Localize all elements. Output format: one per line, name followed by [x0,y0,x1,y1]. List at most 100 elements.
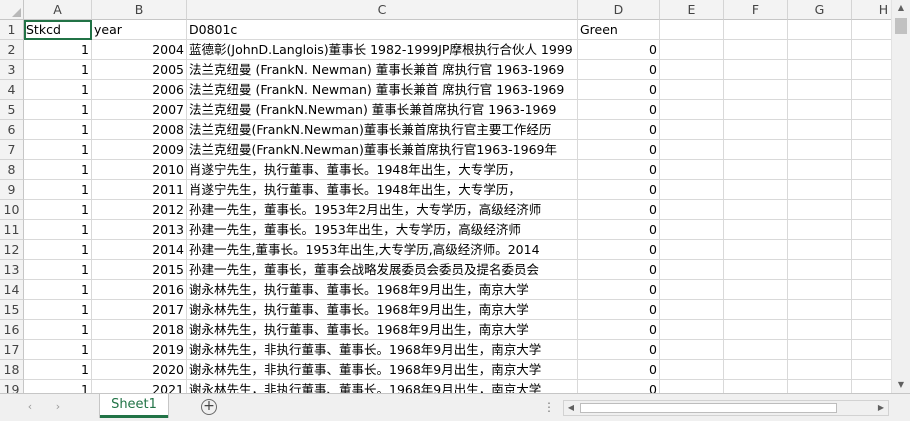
cell-f-10[interactable] [724,200,788,220]
row-header[interactable]: 12 [0,240,24,260]
cell-f-3[interactable] [724,60,788,80]
cell-h-15[interactable] [852,300,891,320]
cell-d-19[interactable]: 0 [578,380,660,393]
cell-d-12[interactable]: 0 [578,240,660,260]
cell-f-4[interactable] [724,80,788,100]
row-header[interactable]: 9 [0,180,24,200]
cell-d-15[interactable]: 0 [578,300,660,320]
cell-h-6[interactable] [852,120,891,140]
cell-h-11[interactable] [852,220,891,240]
cell-e-4[interactable] [660,80,724,100]
cell-g-5[interactable] [788,100,852,120]
row-header[interactable]: 13 [0,260,24,280]
cell-h-14[interactable] [852,280,891,300]
scroll-down-arrow-icon[interactable]: ▼ [892,377,910,393]
cell-d-5[interactable]: 0 [578,100,660,120]
cell-c-3[interactable]: 法兰克纽曼 (FrankN. Newman) 董事长兼首 席执行官 1963-1… [187,60,578,80]
cell-d-14[interactable]: 0 [578,280,660,300]
cell-e-13[interactable] [660,260,724,280]
row-header[interactable]: 14 [0,280,24,300]
column-header-e[interactable]: E [660,0,724,20]
row-header[interactable]: 19 [0,380,24,393]
cell-b-8[interactable]: 2010 [92,160,187,180]
cell-b-5[interactable]: 2007 [92,100,187,120]
cell-g-17[interactable] [788,340,852,360]
row-header[interactable]: 5 [0,100,24,120]
cell-b-10[interactable]: 2012 [92,200,187,220]
row-header[interactable]: 15 [0,300,24,320]
cell-c-13[interactable]: 孙建一先生，董事长，董事会战略发展委员会委员及提名委员会 [187,260,578,280]
cell-c-8[interactable]: 肖遂宁先生，执行董事、董事长。1948年出生，大专学历， [187,160,578,180]
cell-f-9[interactable] [724,180,788,200]
cell-c-19[interactable]: 谢永林先生，非执行董事、董事长。1968年9月出生，南京大学 [187,380,578,393]
cell-c-14[interactable]: 谢永林先生，执行董事、董事长。1968年9月出生，南京大学 [187,280,578,300]
cell-e-7[interactable] [660,140,724,160]
cell-f-5[interactable] [724,100,788,120]
cell-h-10[interactable] [852,200,891,220]
sheet-tab-sheet1[interactable]: Sheet1 [100,394,168,418]
column-header-c[interactable]: C [187,0,578,20]
cell-d-3[interactable]: 0 [578,60,660,80]
cell-g-3[interactable] [788,60,852,80]
column-header-a[interactable]: A [24,0,92,20]
cell-b-12[interactable]: 2014 [92,240,187,260]
cell-f-16[interactable] [724,320,788,340]
cell-c-18[interactable]: 谢永林先生，非执行董事、董事长。1968年9月出生，南京大学 [187,360,578,380]
cell-f-2[interactable] [724,40,788,60]
cell-h-17[interactable] [852,340,891,360]
cell-h-5[interactable] [852,100,891,120]
cell-f-17[interactable] [724,340,788,360]
cell-f-8[interactable] [724,160,788,180]
splitter-dots-icon[interactable]: ⋮ [543,399,555,415]
row-header[interactable]: 2 [0,40,24,60]
cell-e-16[interactable] [660,320,724,340]
cell-b-2[interactable]: 2004 [92,40,187,60]
cell-b-3[interactable]: 2005 [92,60,187,80]
cell-d-16[interactable]: 0 [578,320,660,340]
cell-d-9[interactable]: 0 [578,180,660,200]
cell-g-13[interactable] [788,260,852,280]
cell-b-14[interactable]: 2016 [92,280,187,300]
cell-a-9[interactable]: 1 [24,180,92,200]
cell-c-10[interactable]: 孙建一先生，董事长。1953年2月出生，大专学历，高级经济师 [187,200,578,220]
cell-d-17[interactable]: 0 [578,340,660,360]
cell-f-18[interactable] [724,360,788,380]
scroll-up-arrow-icon[interactable]: ▲ [892,0,910,16]
row-header[interactable]: 1 [0,20,24,40]
cell-g-2[interactable] [788,40,852,60]
cell-a-17[interactable]: 1 [24,340,92,360]
cell-h-4[interactable] [852,80,891,100]
cell-d-2[interactable]: 0 [578,40,660,60]
cell-a-11[interactable]: 1 [24,220,92,240]
vertical-scroll-thumb[interactable] [895,18,907,34]
row-header[interactable]: 6 [0,120,24,140]
cell-b-17[interactable]: 2019 [92,340,187,360]
add-sheet-icon[interactable]: + [201,399,217,415]
cell-a-6[interactable]: 1 [24,120,92,140]
cell-f-6[interactable] [724,120,788,140]
select-all-corner[interactable] [0,0,24,20]
cell-c-5[interactable]: 法兰克纽曼 (FrankN.Newman) 董事长兼首席执行官 1963-196… [187,100,578,120]
cell-h-3[interactable] [852,60,891,80]
row-header[interactable]: 18 [0,360,24,380]
cell-g-12[interactable] [788,240,852,260]
cell-e-5[interactable] [660,100,724,120]
cell-e-1[interactable] [660,20,724,40]
cell-g-8[interactable] [788,160,852,180]
cell-c-4[interactable]: 法兰克纽曼 (FrankN. Newman) 董事长兼首 席执行官 1963-1… [187,80,578,100]
cell-b-16[interactable]: 2018 [92,320,187,340]
cell-f-12[interactable] [724,240,788,260]
cell-c-6[interactable]: 法兰克纽曼(FrankN.Newman)董事长兼首席执行官主要工作经历 [187,120,578,140]
cell-f-14[interactable] [724,280,788,300]
cell-d-13[interactable]: 0 [578,260,660,280]
row-header[interactable]: 17 [0,340,24,360]
cell-f-19[interactable] [724,380,788,393]
cell-c-12[interactable]: 孙建一先生,董事长。1953年出生,大专学历,高级经济师。2014 [187,240,578,260]
cell-f-11[interactable] [724,220,788,240]
column-header-b[interactable]: B [92,0,187,20]
cell-a-2[interactable]: 1 [24,40,92,60]
horizontal-scrollbar[interactable]: ◀ ▶ [563,400,889,416]
row-header[interactable]: 16 [0,320,24,340]
column-header-h[interactable]: H [852,0,891,20]
cell-g-15[interactable] [788,300,852,320]
